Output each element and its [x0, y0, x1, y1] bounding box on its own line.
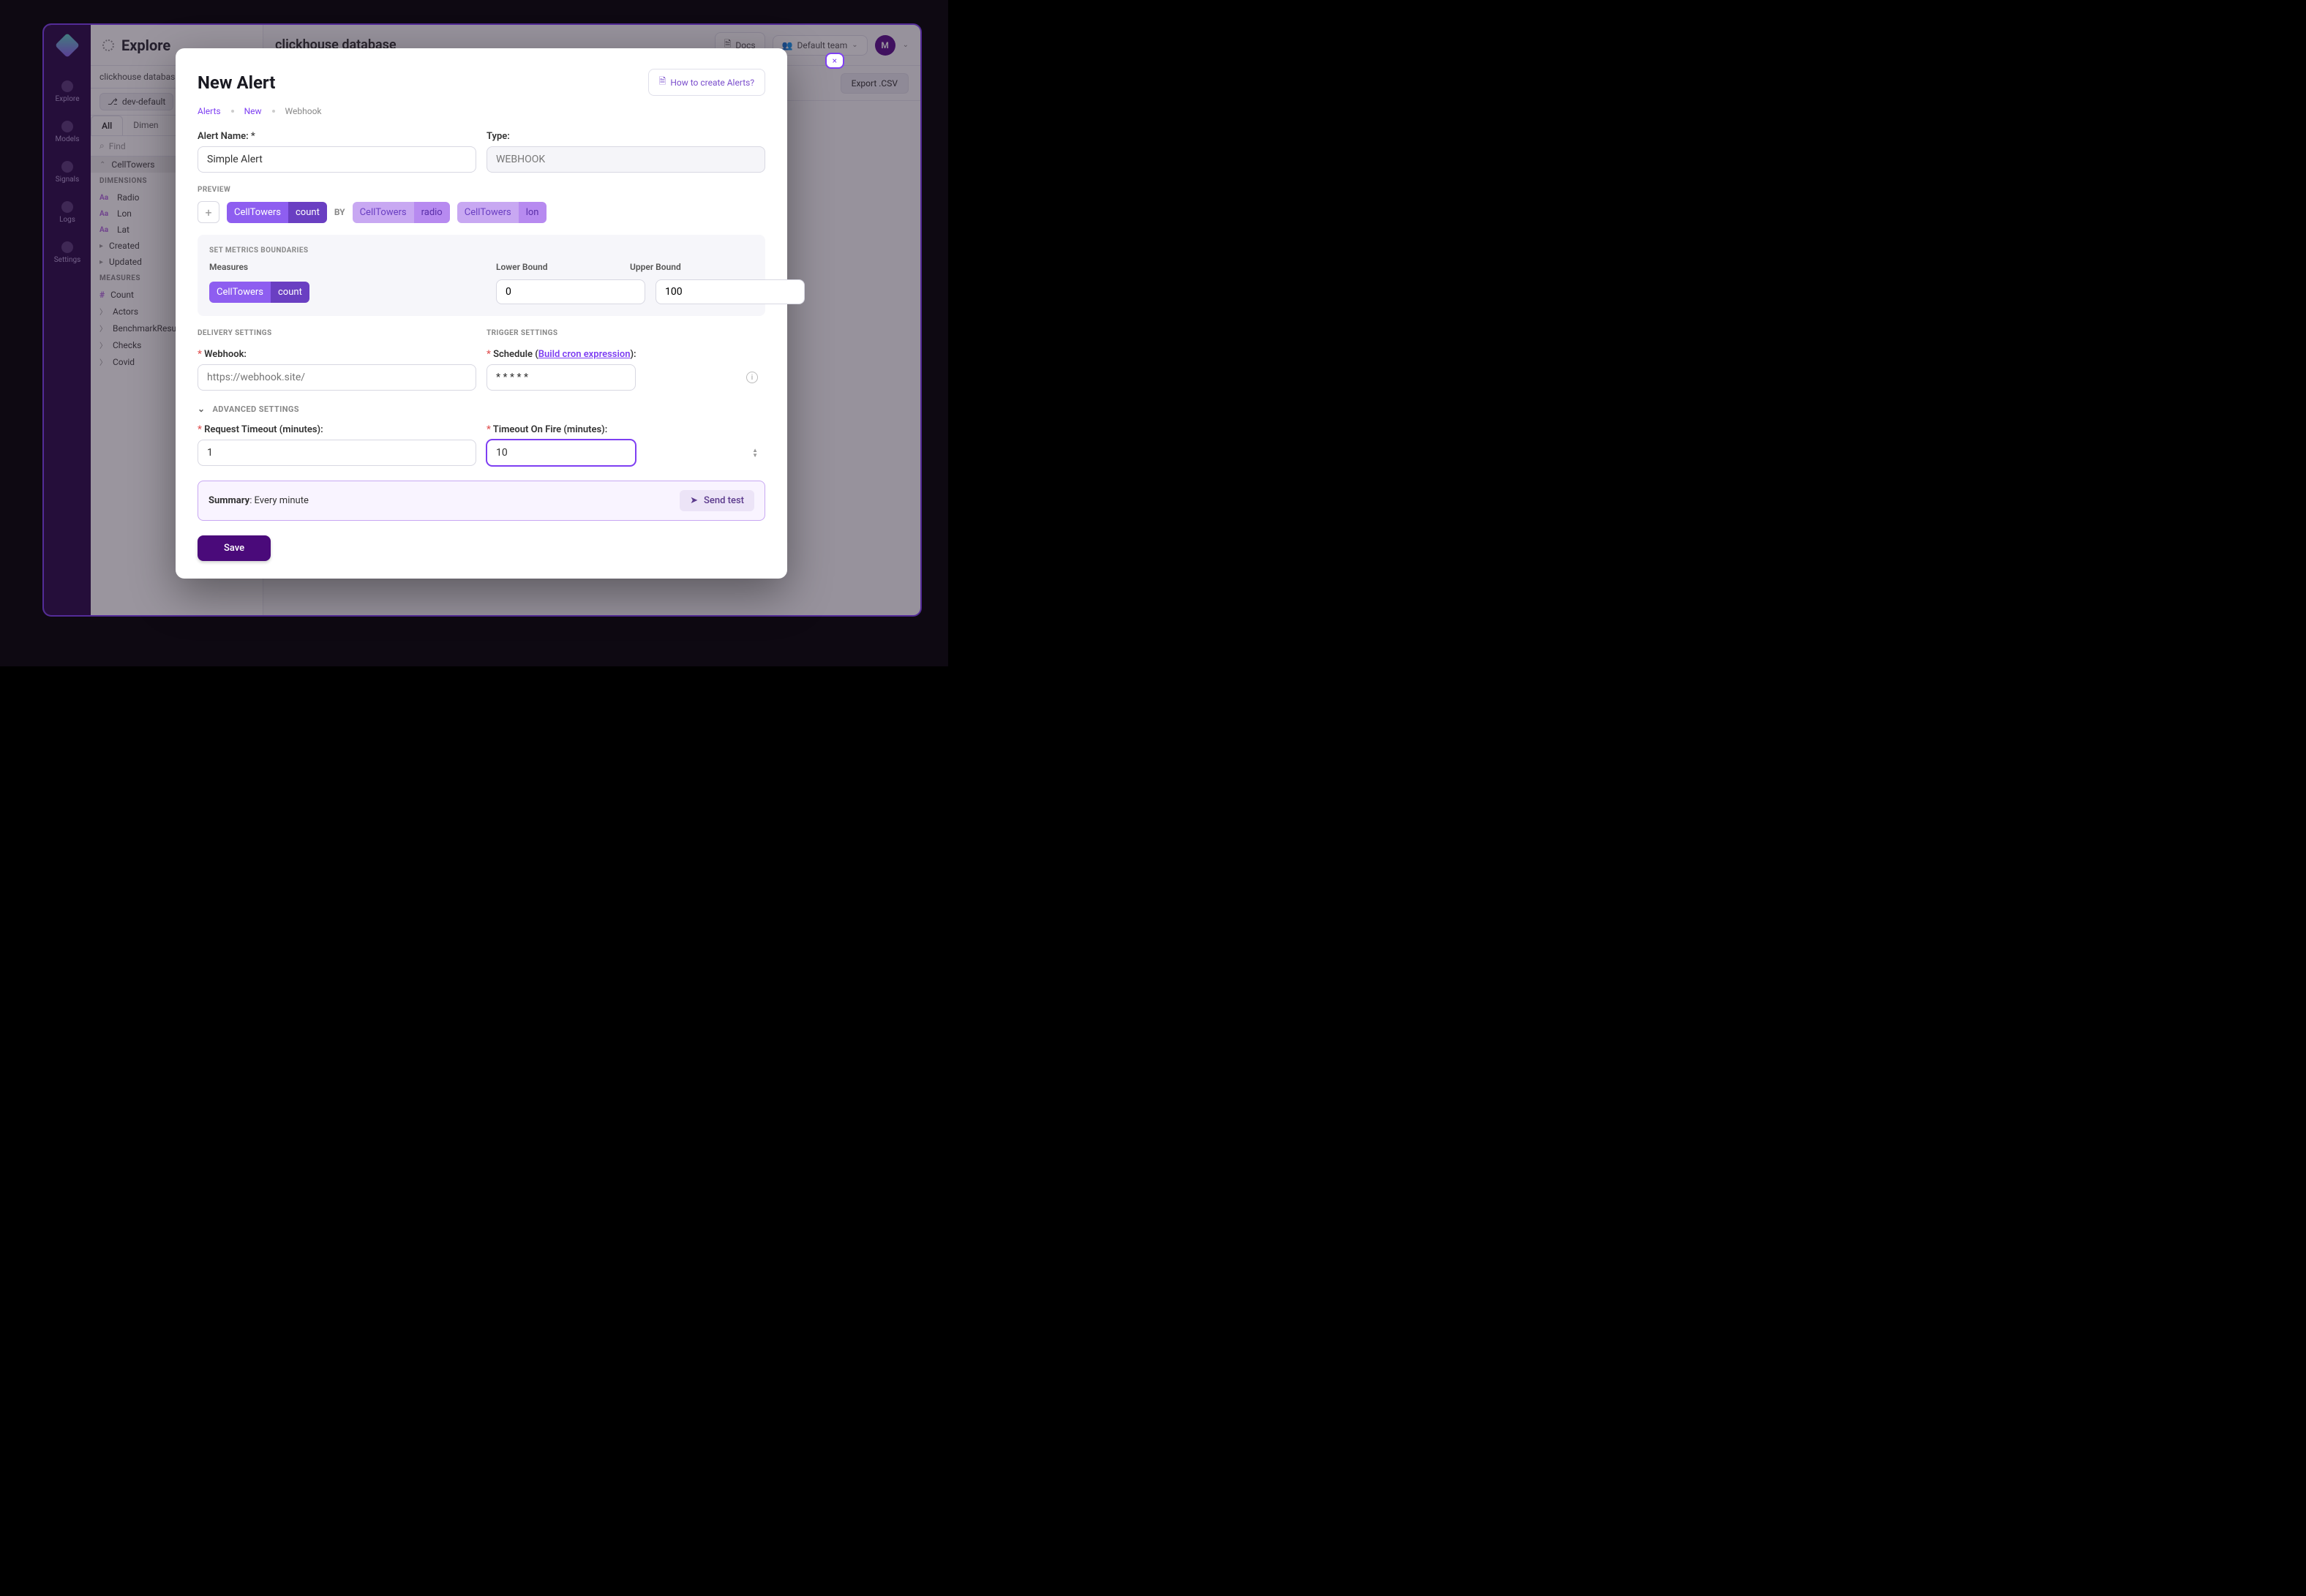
- col-upper: Upper Bound: [630, 262, 754, 272]
- req-timeout-input[interactable]: [198, 440, 476, 466]
- send-test-button[interactable]: ➤ Send test: [680, 490, 754, 511]
- pill-lon[interactable]: CellTowerslon: [457, 202, 547, 223]
- col-lower: Lower Bound: [496, 262, 620, 272]
- crumb-webhook: Webhook: [285, 106, 322, 116]
- pill-count[interactable]: CellTowerscount: [227, 202, 327, 223]
- caret-down-icon[interactable]: ▼: [752, 453, 758, 458]
- new-alert-modal: New Alert 🗎 How to create Alerts? Alerts…: [176, 48, 787, 579]
- preview-pills: + CellTowerscount BY CellTowersradio Cel…: [198, 201, 765, 223]
- modal-title: New Alert: [198, 72, 275, 93]
- chevron-down-icon: ⌄: [198, 404, 205, 414]
- delivery-header: DELIVERY SETTINGS: [198, 329, 476, 337]
- summary-bar: Summary: Every minute ➤ Send test: [198, 481, 765, 521]
- modal-breadcrumb: Alerts New Webhook: [198, 106, 765, 116]
- by-label: BY: [334, 207, 345, 217]
- lower-bound-input[interactable]: [496, 279, 645, 304]
- number-spinner[interactable]: ▲▼: [752, 448, 758, 458]
- cron-link[interactable]: Build cron expression: [538, 349, 631, 360]
- preview-header: PREVIEW: [198, 186, 765, 194]
- close-button[interactable]: ×: [825, 53, 844, 69]
- alert-name-input[interactable]: [198, 146, 476, 173]
- webhook-input[interactable]: [198, 364, 476, 391]
- doc-icon: 🗎: [659, 75, 666, 90]
- crumb-new[interactable]: New: [244, 106, 262, 116]
- dot-icon: [272, 110, 275, 113]
- col-measures: Measures: [209, 262, 486, 272]
- save-button[interactable]: Save: [198, 535, 271, 561]
- schedule-label: * Schedule (Build cron expression):: [487, 349, 765, 360]
- pill-radio[interactable]: CellTowersradio: [353, 202, 450, 223]
- crumb-alerts[interactable]: Alerts: [198, 106, 221, 116]
- metrics-header: SET METRICS BOUNDARIES: [209, 246, 754, 255]
- req-timeout-label: * Request Timeout (minutes):: [198, 424, 476, 435]
- metrics-boundaries: SET METRICS BOUNDARIES Measures Lower Bo…: [198, 235, 765, 316]
- schedule-input[interactable]: [487, 364, 636, 391]
- trigger-header: TRIGGER SETTINGS: [487, 329, 765, 337]
- send-icon: ➤: [690, 495, 698, 506]
- fire-timeout-input[interactable]: [487, 440, 636, 466]
- fire-timeout-label: * Timeout On Fire (minutes):: [487, 424, 765, 435]
- summary-text: Summary: Every minute: [209, 495, 309, 506]
- alert-name-label: Alert Name: *: [198, 131, 476, 142]
- type-label: Type:: [487, 131, 765, 142]
- dot-icon: [231, 110, 234, 113]
- type-input: [487, 146, 765, 173]
- add-measure-button[interactable]: +: [198, 201, 219, 223]
- advanced-toggle[interactable]: ⌄ ADVANCED SETTINGS: [198, 404, 765, 414]
- metric-pill: CellTowerscount: [209, 282, 309, 303]
- webhook-label: * Webhook:: [198, 349, 476, 360]
- info-icon[interactable]: i: [746, 372, 758, 383]
- upper-bound-input[interactable]: [656, 279, 805, 304]
- howto-link[interactable]: 🗎 How to create Alerts?: [648, 69, 765, 96]
